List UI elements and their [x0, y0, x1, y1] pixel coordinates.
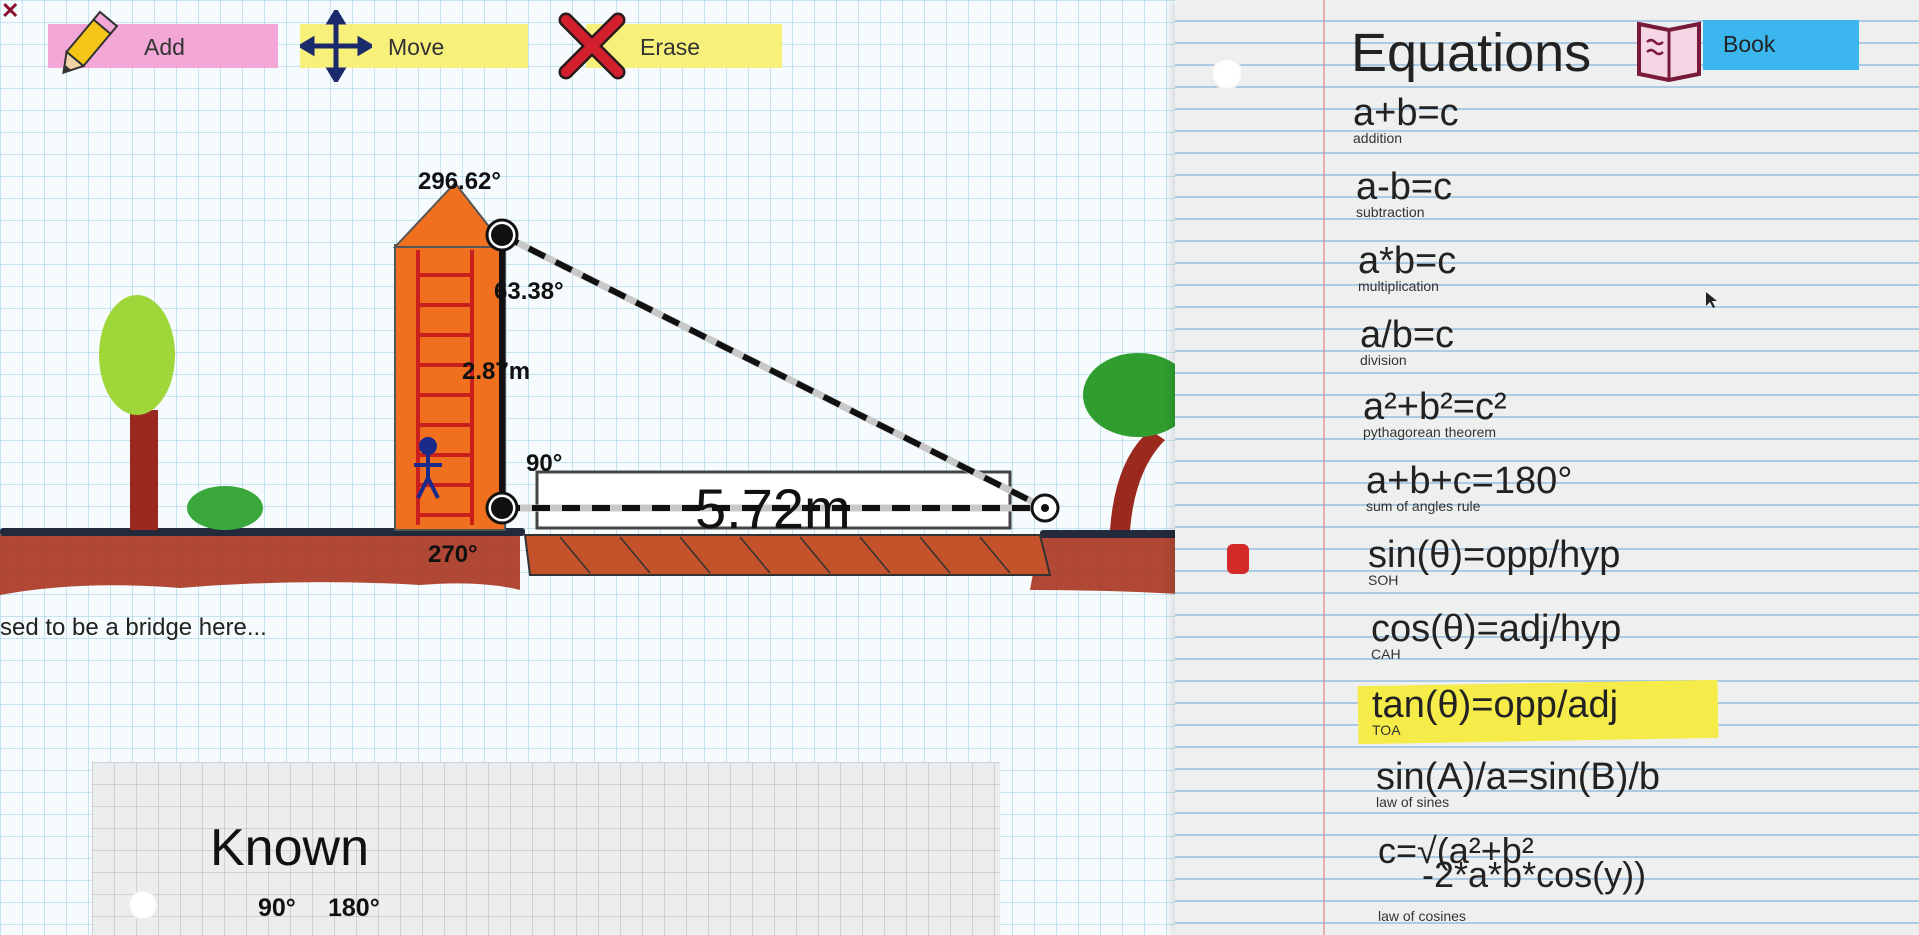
scene-drawing [0, 181, 1190, 595]
equation-item[interactable]: a²+b²=c² pythagorean theorem [1363, 388, 1507, 440]
book-icon [1637, 21, 1701, 82]
erase-x-icon [558, 12, 626, 80]
tree-left-trunk [130, 410, 158, 530]
equation-item[interactable]: cos(θ)=adj/hyp CAH [1371, 610, 1621, 662]
close-icon: ✕ [1, 0, 20, 23]
equation-item[interactable]: a+b=c addition [1353, 94, 1459, 146]
known-value[interactable]: 180° [328, 894, 380, 923]
angle-top-label: 296.62° [418, 168, 502, 195]
erase-button[interactable]: Erase [556, 12, 782, 80]
ground-right [1030, 535, 1190, 595]
angle-bottom-label: 270° [428, 541, 478, 568]
equation-item[interactable]: a+b+c=180° sum of angles rule [1366, 462, 1572, 514]
pencil-icon [62, 10, 119, 75]
point-right[interactable] [1030, 493, 1060, 523]
tree-right-trunk [1110, 430, 1165, 530]
angle-upper-label: 63.38° [494, 278, 564, 305]
height-label: 2.87m [462, 358, 531, 385]
equation-item-selected[interactable]: tan(θ)=opp/adj TOA [1372, 686, 1618, 738]
red-marker [1227, 544, 1249, 574]
paper-hole [128, 890, 158, 920]
angle-right-label: 90° [526, 450, 563, 477]
move-label: Move [388, 34, 445, 60]
book-button[interactable]: Book [1633, 16, 1861, 82]
add-label: Add [144, 34, 185, 60]
equation-item[interactable]: a/b=c division [1360, 316, 1454, 368]
bridge-deck [523, 534, 1052, 576]
tree-left-foliage [99, 295, 175, 415]
equation-item[interactable]: a*b=c multiplication [1358, 242, 1456, 294]
book-label: Book [1723, 31, 1776, 57]
add-button[interactable]: Add [48, 10, 280, 75]
close-button[interactable]: ✕ [0, 0, 24, 28]
point-bottom[interactable] [485, 491, 519, 525]
equation-item[interactable]: sin(θ)=opp/hyp SOH [1368, 536, 1620, 588]
tower [394, 244, 506, 531]
equation-item[interactable]: c=√(a²+b² -2*a*b*cos(y)) law of cosines [1378, 832, 1646, 925]
equations-title: Equations [1351, 23, 1592, 83]
equation-item[interactable]: sin(A)/a=sin(B)/b law of sines [1376, 758, 1660, 810]
drawing-canvas[interactable]: 296.62° 63.38° 2.87m 90° 270° 5.72m sed … [0, 0, 1190, 935]
known-card: Known 90° 180° [92, 762, 1000, 935]
move-button[interactable]: Move [300, 10, 530, 82]
ground-right-edge [1040, 530, 1190, 538]
paper-hole [1211, 58, 1243, 90]
known-value[interactable]: 90° [258, 894, 296, 923]
story-text: sed to be a bridge here... [0, 614, 267, 641]
point-top[interactable] [485, 218, 519, 252]
tree-right-foliage [1083, 353, 1190, 437]
bush [187, 486, 263, 530]
cursor-icon [1706, 292, 1717, 308]
erase-label: Erase [640, 34, 701, 60]
known-title: Known [210, 819, 369, 877]
distance-label: 5.72m [695, 477, 851, 540]
move-arrows-icon [300, 10, 372, 82]
equation-item[interactable]: a-b=c subtraction [1356, 168, 1452, 220]
margin-line [1323, 0, 1325, 935]
